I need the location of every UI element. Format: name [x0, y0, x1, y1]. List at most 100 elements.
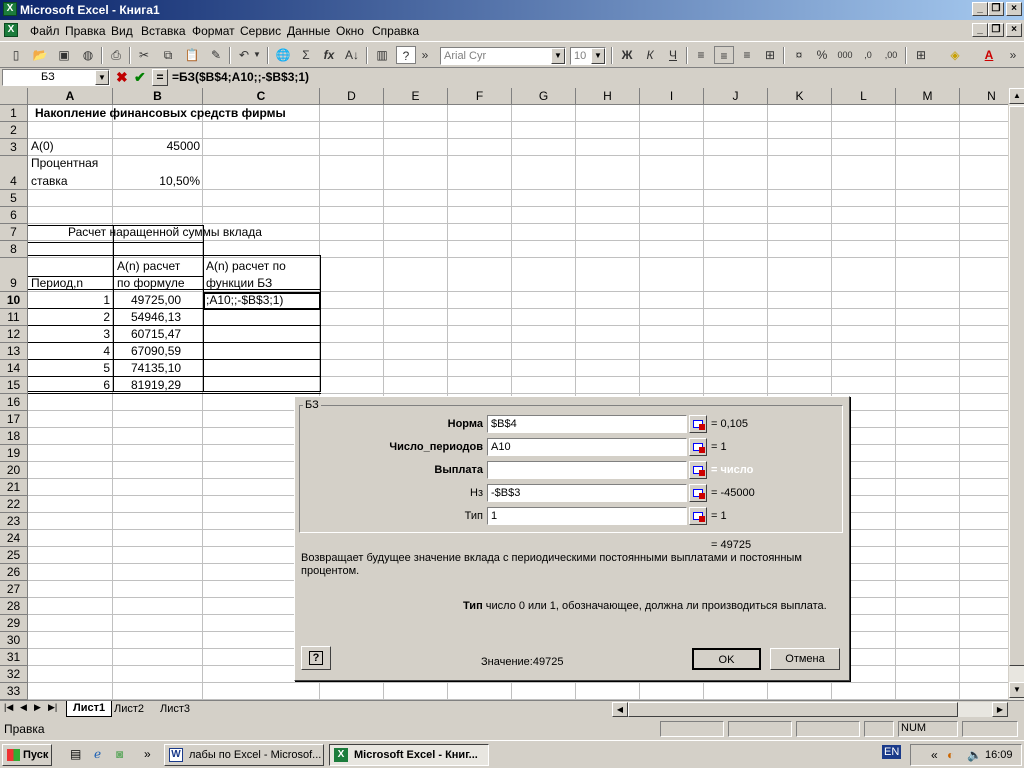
- cell-a4-line2[interactable]: ставка: [31, 174, 68, 188]
- cell-amount[interactable]: 49725,00: [131, 293, 181, 307]
- language-indicator[interactable]: EN: [882, 745, 902, 759]
- task-word[interactable]: W лабы по Excel - Microsof...: [164, 744, 324, 766]
- row-header-1[interactable]: 1: [0, 105, 28, 122]
- row-header-20[interactable]: 20: [0, 462, 28, 479]
- cancel-button[interactable]: Отмена: [770, 648, 840, 670]
- column-header-n[interactable]: N: [960, 88, 1008, 105]
- row-header-12[interactable]: 12: [0, 326, 28, 343]
- collapse-dialog-icon[interactable]: [689, 461, 707, 479]
- more-quicklaunch-icon[interactable]: »: [144, 747, 151, 761]
- percent-icon[interactable]: %: [812, 46, 832, 64]
- row-header-6[interactable]: 6: [0, 207, 28, 224]
- arg-input[interactable]: -$B$3: [487, 484, 687, 502]
- new-icon[interactable]: ▯: [6, 46, 26, 64]
- chart-icon[interactable]: ▥: [372, 46, 392, 64]
- row-header-31[interactable]: 31: [0, 649, 28, 666]
- menu-tools[interactable]: Сервис: [240, 24, 281, 38]
- horizontal-scrollbar[interactable]: ◀ ▶: [612, 702, 1008, 717]
- copy-icon[interactable]: ⧉: [158, 46, 178, 64]
- minimize-button[interactable]: _: [972, 2, 988, 16]
- row-header-10[interactable]: 10: [0, 292, 28, 309]
- row-header-25[interactable]: 25: [0, 547, 28, 564]
- cell-b4[interactable]: 10,50%: [114, 174, 200, 188]
- cell-period[interactable]: 5: [30, 361, 110, 375]
- menu-file[interactable]: Файл: [30, 24, 60, 38]
- paste-icon[interactable]: 📋: [182, 46, 202, 64]
- size-combo[interactable]: 10 ▼: [570, 47, 606, 65]
- row-header-8[interactable]: 8: [0, 241, 28, 258]
- scroll-left-icon[interactable]: ◀: [612, 702, 628, 717]
- h-scroll-thumb[interactable]: [628, 702, 958, 717]
- workbook-icon[interactable]: X: [4, 23, 18, 37]
- cell-a7[interactable]: Расчет наращенной суммы вклада: [68, 225, 262, 239]
- menu-view[interactable]: Вид: [111, 24, 133, 38]
- ie-icon[interactable]: ℯ: [94, 747, 101, 761]
- column-header-d[interactable]: D: [320, 88, 384, 105]
- arg-input[interactable]: A10: [487, 438, 687, 456]
- undo-icon[interactable]: ↶: [234, 46, 254, 64]
- row-header-18[interactable]: 18: [0, 428, 28, 445]
- arg-input[interactable]: 1: [487, 507, 687, 525]
- thousands-icon[interactable]: 000: [835, 46, 855, 64]
- menu-format[interactable]: Формат: [192, 24, 235, 38]
- menu-data[interactable]: Данные: [287, 24, 330, 38]
- vertical-scrollbar[interactable]: ▲ ▼: [1008, 88, 1024, 700]
- italic-icon[interactable]: К: [640, 46, 660, 64]
- row-header-26[interactable]: 26: [0, 564, 28, 581]
- cell-amount[interactable]: 81919,29: [131, 378, 181, 392]
- cell-b9-line2[interactable]: по формуле: [117, 276, 185, 290]
- currency-icon[interactable]: ¤: [789, 46, 809, 64]
- last-sheet-icon[interactable]: ▶|: [48, 702, 57, 713]
- column-header-h[interactable]: H: [576, 88, 640, 105]
- row-header-9[interactable]: 9: [0, 258, 28, 292]
- decrease-decimal-icon[interactable]: ,00: [881, 46, 901, 64]
- cell-period[interactable]: 2: [30, 310, 110, 324]
- row-header-22[interactable]: 22: [0, 496, 28, 513]
- row-header-30[interactable]: 30: [0, 632, 28, 649]
- menu-help[interactable]: Справка: [372, 24, 419, 38]
- row-header-17[interactable]: 17: [0, 411, 28, 428]
- hyperlink-icon[interactable]: 🌐: [273, 46, 293, 64]
- align-center-icon[interactable]: ≡: [714, 46, 734, 64]
- row-header-23[interactable]: 23: [0, 513, 28, 530]
- scroll-right-icon[interactable]: ▶: [992, 702, 1008, 717]
- collapse-dialog-icon[interactable]: [689, 438, 707, 456]
- permission-icon[interactable]: ◍: [78, 46, 98, 64]
- row-header-21[interactable]: 21: [0, 479, 28, 496]
- sheet-tab-3[interactable]: Лист3: [160, 703, 190, 715]
- row-header-4[interactable]: 4: [0, 156, 28, 190]
- open-icon[interactable]: 📂: [30, 46, 50, 64]
- menu-insert[interactable]: Вставка: [141, 24, 186, 38]
- row-header-29[interactable]: 29: [0, 615, 28, 632]
- scroll-thumb[interactable]: [1009, 106, 1024, 666]
- app-icon[interactable]: ◙: [116, 747, 123, 761]
- row-header-5[interactable]: 5: [0, 190, 28, 207]
- column-header-i[interactable]: I: [640, 88, 704, 105]
- font-color-icon[interactable]: A: [979, 46, 999, 64]
- close-button[interactable]: ×: [1006, 2, 1022, 16]
- borders-icon[interactable]: ⊞: [911, 46, 931, 64]
- sort-icon[interactable]: A↓: [342, 46, 362, 64]
- row-header-32[interactable]: 32: [0, 666, 28, 683]
- undo-dropdown-icon[interactable]: ▼: [252, 46, 262, 64]
- column-header-b[interactable]: B: [113, 88, 203, 105]
- tray-app-icon[interactable]: ◐: [947, 748, 954, 762]
- doc-close-button[interactable]: ×: [1006, 23, 1022, 37]
- autosum-icon[interactable]: Σ: [296, 46, 316, 64]
- select-all-corner[interactable]: [0, 88, 28, 105]
- row-header-11[interactable]: 11: [0, 309, 28, 326]
- cell-b9-line1[interactable]: A(n) расчет: [117, 259, 180, 273]
- ok-button[interactable]: OK: [692, 648, 761, 670]
- row-header-19[interactable]: 19: [0, 445, 28, 462]
- cell-amount[interactable]: 74135,10: [131, 361, 181, 375]
- column-header-k[interactable]: K: [768, 88, 832, 105]
- cell-c9-line2[interactable]: функции БЗ: [206, 276, 272, 290]
- collapse-dialog-icon[interactable]: [689, 507, 707, 525]
- row-header-7[interactable]: 7: [0, 224, 28, 241]
- chevron-down-icon[interactable]: ▼: [551, 48, 565, 64]
- doc-restore-button[interactable]: ❐: [988, 23, 1004, 37]
- column-header-m[interactable]: M: [896, 88, 960, 105]
- cell-period[interactable]: 4: [30, 344, 110, 358]
- print-icon[interactable]: ⎙: [106, 46, 126, 64]
- cell-amount[interactable]: 54946,13: [131, 310, 181, 324]
